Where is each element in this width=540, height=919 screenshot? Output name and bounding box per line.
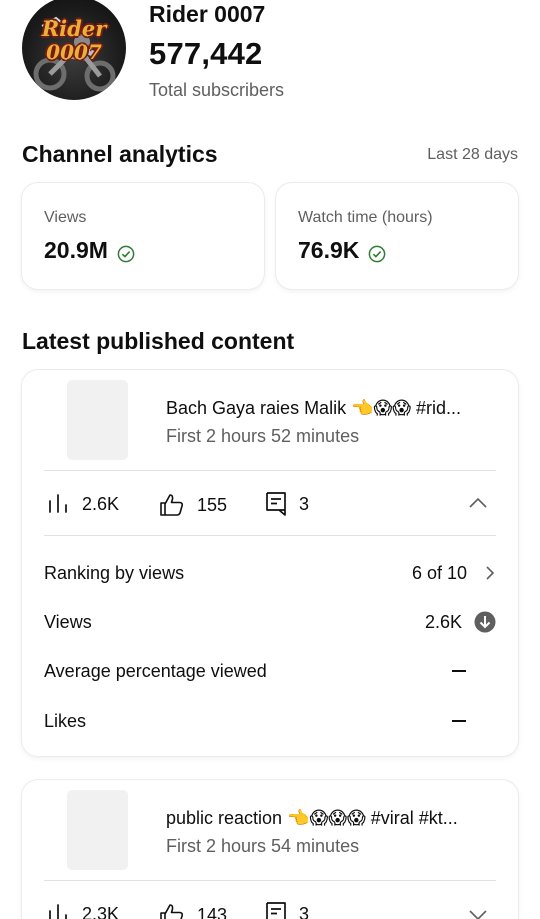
video-title[interactable]: Bach Gaya raies Malik 👈😱😱 #rid... <box>166 398 496 419</box>
watch-time-metric-card[interactable]: Watch time (hours) 76.9K <box>276 183 518 289</box>
metric-label: Views <box>44 209 87 226</box>
ranking-label: Ranking by views <box>44 562 185 583</box>
subscriber-label: Total subscribers <box>149 80 285 100</box>
arrow-down-circle-icon <box>474 611 496 633</box>
channel-analytics-title: Channel analytics <box>22 141 218 167</box>
channel-header: Rider 0007 Rider 0007 577,442 Total subs… <box>22 0 522 110</box>
video-card: public reaction 👈😱😱😱 #viral #kt... First… <box>22 780 518 919</box>
views-count: 2.3K <box>82 903 120 919</box>
likes-label: Likes <box>44 710 87 731</box>
likes-count: 155 <box>197 494 228 515</box>
likes-count: 143 <box>197 904 228 919</box>
video-thumbnail[interactable] <box>67 380 128 460</box>
metric-value: 76.9K <box>298 237 386 264</box>
thumbs-up-icon <box>160 904 184 919</box>
views-stat: 2.6K <box>46 493 119 515</box>
comments-count: 3 <box>299 493 310 514</box>
views-stat: 2.3K <box>46 903 119 919</box>
period-label[interactable]: Last 28 days <box>427 146 518 164</box>
avg-percentage-label: Average percentage viewed <box>44 660 267 681</box>
chevron-right-icon <box>484 565 496 581</box>
bar-chart-icon <box>49 494 67 513</box>
channel-name: Rider 0007 <box>149 1 266 27</box>
analytics-page: Rider 0007 Rider 0007 577,442 Total subs… <box>0 0 540 919</box>
views-metric-card[interactable]: Views 20.9M <box>22 183 264 289</box>
avatar-logo-line1: Rider <box>41 16 107 41</box>
views-value-text: 2.6K <box>424 611 462 632</box>
check-circle-icon <box>368 242 386 262</box>
divider <box>44 535 496 536</box>
comment-icon <box>266 492 286 516</box>
likes-row: Likes <box>44 706 496 736</box>
views-label: Views <box>44 611 92 632</box>
likes-stat: 143 <box>159 903 227 919</box>
views-count: 2.6K <box>82 493 120 514</box>
avatar-logo-line2: 0007 <box>46 40 102 64</box>
video-thumbnail[interactable] <box>67 790 128 870</box>
metric-label: Watch time (hours) <box>298 209 433 226</box>
ranking-row[interactable]: Ranking by views 6 of 10 <box>44 558 496 588</box>
views-row: Views 2.6K <box>44 607 496 637</box>
avg-percentage-row: Average percentage viewed <box>44 656 496 686</box>
views-value: 2.6K <box>425 611 496 633</box>
metric-value-text: 20.9M <box>44 237 108 263</box>
video-timeframe: First 2 hours 54 minutes <box>166 836 360 856</box>
comments-stat: 3 <box>265 491 309 517</box>
empty-value-dash <box>452 670 466 672</box>
metric-value-text: 76.9K <box>298 237 360 263</box>
video-title[interactable]: public reaction 👈😱😱😱 #viral #kt... <box>166 808 496 829</box>
divider <box>44 880 496 881</box>
chevron-down-icon[interactable] <box>468 908 488 919</box>
video-timeframe: First 2 hours 52 minutes <box>166 426 360 446</box>
divider <box>44 470 496 471</box>
check-circle-icon <box>117 242 135 262</box>
comments-stat: 3 <box>265 901 309 919</box>
thumbs-up-icon <box>160 494 184 516</box>
comments-count: 3 <box>299 903 310 919</box>
metric-value: 20.9M <box>44 237 135 264</box>
latest-content-title: Latest published content <box>22 328 295 354</box>
bar-chart-icon <box>49 904 67 919</box>
ranking-value: 6 of 10 <box>412 563 496 584</box>
likes-stat: 155 <box>159 493 227 517</box>
empty-value-dash <box>452 720 466 722</box>
ranking-value-text: 6 of 10 <box>411 562 467 583</box>
video-card: Bach Gaya raies Malik 👈😱😱 #rid... First … <box>22 370 518 756</box>
subscriber-count: 577,442 <box>149 36 263 71</box>
comment-icon <box>266 902 286 919</box>
chevron-up-icon[interactable] <box>468 496 488 510</box>
channel-avatar[interactable]: Rider 0007 <box>22 0 126 100</box>
